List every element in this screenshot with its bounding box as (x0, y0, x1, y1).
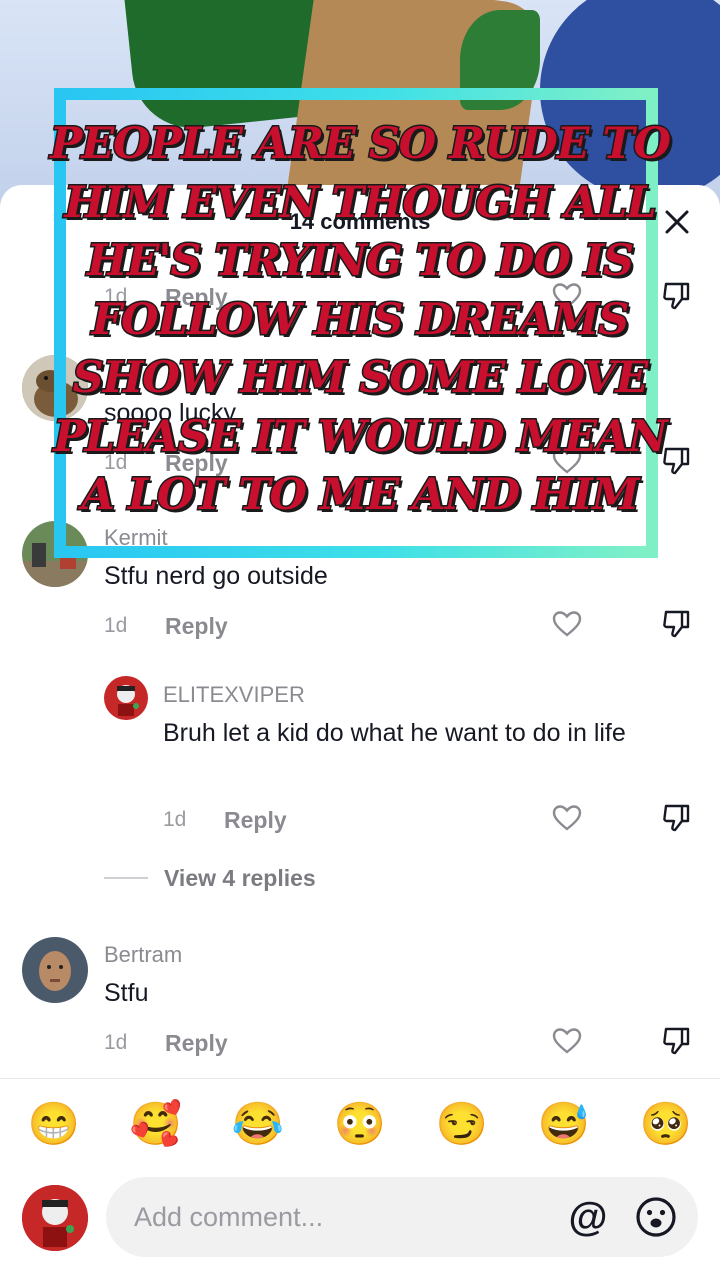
emoji-picker-icon[interactable] (634, 1195, 678, 1239)
comment-text: Stfu nerd go outside (104, 562, 328, 590)
comment-text: Bruh let a kid do what he want to do in … (163, 719, 626, 747)
dislike-icon[interactable] (660, 608, 692, 640)
comment-box[interactable]: @ (106, 1177, 698, 1257)
comment-time: 1d (104, 1031, 128, 1054)
heart-icon[interactable] (551, 1025, 583, 1057)
comment-input-row: @ (0, 1175, 720, 1265)
comment-username[interactable]: Bertram (104, 942, 182, 968)
comment-text: Stfu (104, 979, 149, 1007)
avatar[interactable] (104, 676, 148, 720)
emoji-smiling-hearts[interactable]: 🥰 (129, 1097, 183, 1151)
emoji-sweat-smile[interactable]: 😅 (537, 1097, 591, 1151)
comment-time: 1d (104, 614, 128, 637)
view-replies-button[interactable]: View 4 replies (104, 863, 316, 893)
comment-time: 1d (163, 808, 187, 831)
reply-button[interactable]: Reply (165, 1030, 228, 1057)
my-avatar (22, 1185, 88, 1251)
dislike-icon[interactable] (660, 1025, 692, 1057)
heart-icon[interactable] (551, 608, 583, 640)
comment-username[interactable]: ELITEXVIPER (163, 682, 305, 708)
view-replies-label: View 4 replies (164, 864, 316, 891)
emoji-grin[interactable]: 😁 (27, 1097, 81, 1151)
overlay-caption: People are so rude to him even though al… (49, 118, 673, 522)
avatar[interactable] (22, 937, 88, 1003)
mention-button[interactable]: @ (566, 1195, 610, 1239)
emoji-smirk[interactable]: 😏 (435, 1097, 489, 1151)
reply-button[interactable]: Reply (224, 807, 287, 834)
emoji-pleading[interactable]: 🥺 (639, 1097, 693, 1151)
divider (0, 1078, 720, 1079)
heart-icon[interactable] (551, 802, 583, 834)
comment-input[interactable] (134, 1177, 534, 1257)
emoji-quick-bar: 😁 🥰 😂 😳 😏 😅 🥺 (0, 1097, 720, 1157)
emoji-tears-of-joy[interactable]: 😂 (231, 1097, 285, 1151)
reply-button[interactable]: Reply (165, 613, 228, 640)
dislike-icon[interactable] (660, 802, 692, 834)
emoji-flushed[interactable]: 😳 (333, 1097, 387, 1151)
